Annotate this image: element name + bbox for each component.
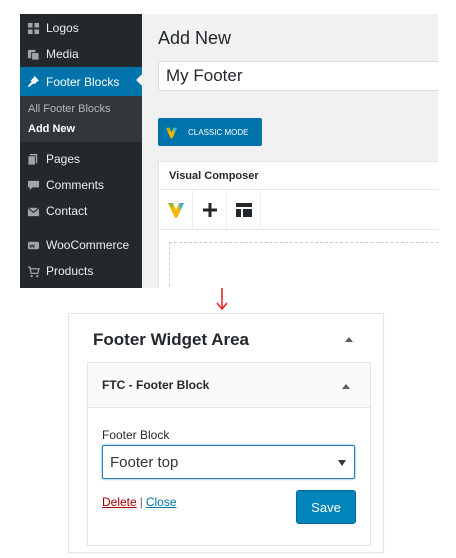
sidebar-item-label: Pages xyxy=(46,152,81,166)
sidebar-item-pages[interactable]: Pages xyxy=(20,146,142,172)
delete-link[interactable]: Delete xyxy=(102,495,137,509)
media-icon xyxy=(20,48,46,61)
widget-toggle[interactable] xyxy=(336,376,356,396)
footer-block-select[interactable]: Footer top xyxy=(102,445,355,479)
sidebar-item-label: WooCommerce xyxy=(46,238,130,252)
grid-icon xyxy=(20,22,46,35)
actions-separator: | xyxy=(139,495,143,509)
sidebar-item-products[interactable]: Products xyxy=(20,258,142,284)
widget-title: FTC - Footer Block xyxy=(102,378,210,392)
footer-block-label: Footer Block xyxy=(102,428,170,442)
sidebar-submenu: All Footer Blocks Add New xyxy=(20,96,142,142)
visual-composer-box: Visual Composer xyxy=(158,161,438,288)
editor-main: Add New My Footer CLASSIC MODE Visual Co… xyxy=(142,14,438,288)
triangle-up-icon xyxy=(345,336,353,342)
classic-mode-button[interactable]: CLASSIC MODE xyxy=(158,118,262,146)
sidebar-item-woocommerce[interactable]: WooCommerce xyxy=(20,232,142,258)
visual-composer-title: Visual Composer xyxy=(159,162,438,190)
sidebar-item-footer-blocks[interactable]: Footer Blocks xyxy=(20,67,142,96)
wp-editor-screenshot: Logos Media Footer Blocks All Footer Blo… xyxy=(20,14,438,288)
widget-card: FTC - Footer Block Footer Block Footer t… xyxy=(87,362,371,546)
layout-template-icon xyxy=(235,203,252,217)
vc-logo-icon xyxy=(167,203,184,218)
widget-header[interactable]: FTC - Footer Block xyxy=(88,363,370,408)
triangle-up-icon xyxy=(342,383,350,389)
sidebar-item-contact[interactable]: Contact xyxy=(20,198,142,224)
footer-widget-area-panel: Footer Widget Area FTC - Footer Block Fo… xyxy=(68,313,384,553)
submenu-item-all-footer-blocks[interactable]: All Footer Blocks xyxy=(28,103,111,115)
comments-icon xyxy=(20,179,46,192)
chevron-down-icon xyxy=(338,460,346,466)
classic-mode-label: CLASSIC MODE xyxy=(188,127,249,137)
vc-logo-icon xyxy=(165,127,178,138)
sidebar-item-label: Contact xyxy=(46,204,88,218)
sidebar-item-label: Media xyxy=(46,47,79,61)
add-template-button[interactable] xyxy=(227,190,261,230)
sidebar-item-comments[interactable]: Comments xyxy=(20,172,142,198)
vc-logo-button[interactable] xyxy=(159,190,193,230)
footer-block-selected-value: Footer top xyxy=(110,454,179,471)
sidebar-item-label: Comments xyxy=(46,178,105,192)
submenu-item-add-new[interactable]: Add New xyxy=(28,123,75,135)
visual-composer-canvas[interactable] xyxy=(169,242,438,288)
pin-icon xyxy=(20,75,46,88)
add-element-button[interactable] xyxy=(193,190,227,230)
sidebar-item-label: Footer Blocks xyxy=(46,74,120,89)
widget-area-toggle[interactable] xyxy=(339,329,359,349)
page-title: Add New xyxy=(158,28,232,48)
pages-icon xyxy=(20,153,46,166)
post-title-input[interactable]: My Footer xyxy=(158,61,438,91)
visual-composer-toolbar xyxy=(159,190,438,230)
mail-icon xyxy=(20,205,46,218)
down-arrow-icon xyxy=(216,288,228,311)
cart-icon xyxy=(20,265,46,278)
sidebar-item-label: Logos xyxy=(46,21,79,35)
save-button[interactable]: Save xyxy=(296,490,356,524)
plus-icon xyxy=(202,203,217,217)
admin-sidebar: Logos Media Footer Blocks All Footer Blo… xyxy=(20,14,142,288)
sidebar-item-logos[interactable]: Logos xyxy=(20,15,142,41)
sidebar-item-media[interactable]: Media xyxy=(20,41,142,67)
widget-actions: Delete | Close xyxy=(102,495,177,509)
woocommerce-icon xyxy=(20,239,46,252)
close-link[interactable]: Close xyxy=(146,495,177,509)
sidebar-item-label: Products xyxy=(46,264,94,278)
widget-area-title: Footer Widget Area xyxy=(93,330,250,349)
